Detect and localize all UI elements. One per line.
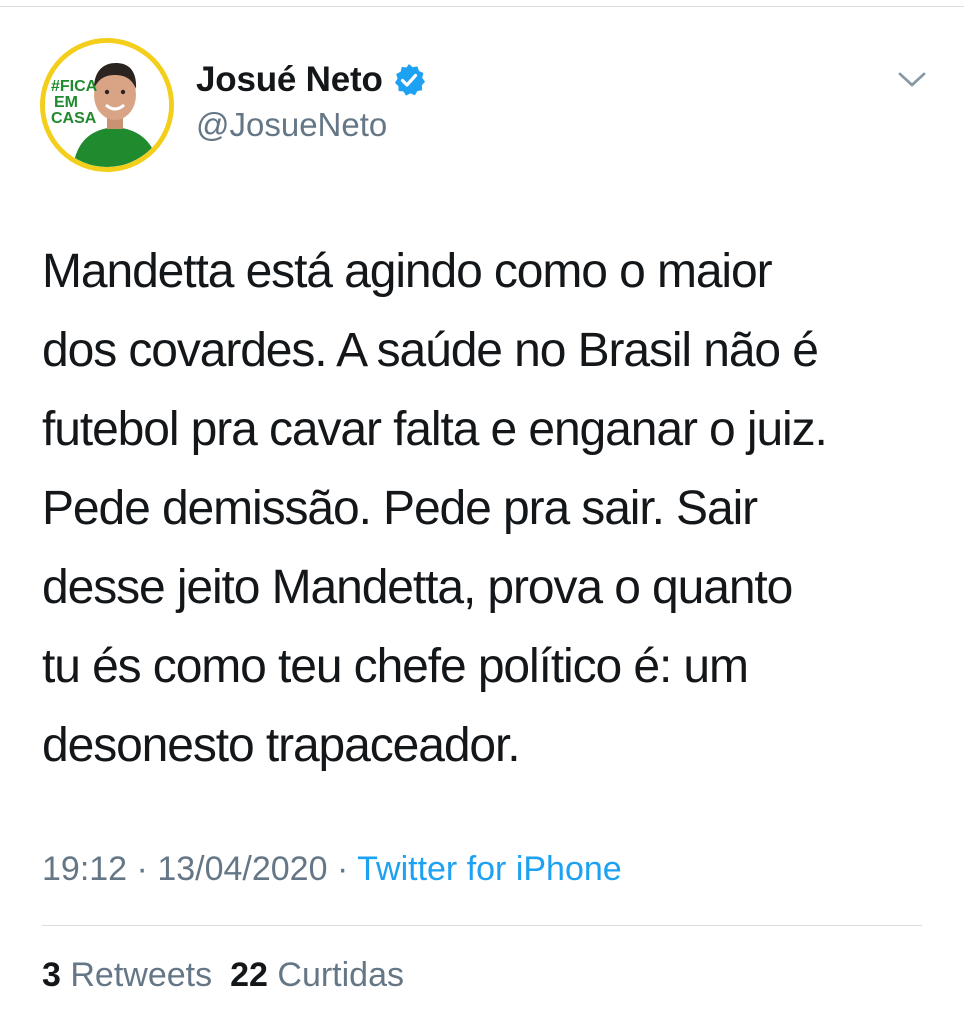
avatar[interactable]: #FICA EM CASA — [40, 38, 174, 172]
tweet-text-line: futebol pra cavar falta e enganar o juiz… — [42, 403, 828, 456]
avatar-slogan-line-1: #FICA — [51, 78, 98, 95]
tweet-date[interactable]: 13/04/2020 — [157, 850, 327, 888]
avatar-slogan-line-3: CASA — [51, 110, 97, 127]
tweet-text-line: Mandetta está agindo como o maior — [42, 245, 773, 298]
avatar-image: #FICA EM CASA — [45, 43, 169, 167]
retweets-label: Retweets — [70, 956, 213, 994]
verified-badge-icon — [392, 63, 426, 97]
retweets-count: 3 — [42, 956, 61, 994]
author-name-row[interactable]: Josué Neto — [196, 58, 426, 102]
tweet-meta: 19:12 · 13/04/2020 · Twitter for iPhone — [42, 850, 622, 889]
meta-separator: · — [336, 850, 349, 888]
tweet-text-line: desonesto trapaceador. — [42, 719, 521, 772]
author-handle[interactable]: @JosueNeto — [196, 106, 387, 144]
tweet-source-link[interactable]: Twitter for iPhone — [357, 850, 622, 888]
avatar-slogan-line-2: EM — [54, 94, 78, 111]
retweets-stat[interactable]: 3 Retweets — [42, 956, 212, 994]
tweet-text-line: desse jeito Mandetta, prova o quanto — [42, 561, 793, 614]
stats-divider — [42, 925, 922, 926]
meta-separator: · — [136, 850, 148, 888]
tweet-text-line: dos covardes. A saúde no Brasil não é — [42, 324, 819, 377]
chevron-down-icon[interactable] — [892, 64, 932, 94]
top-divider — [0, 0, 964, 7]
likes-count: 22 — [230, 956, 268, 994]
likes-label: Curtidas — [277, 956, 404, 994]
author-display-name[interactable]: Josué Neto — [196, 60, 383, 100]
likes-stat[interactable]: 22 Curtidas — [230, 956, 404, 994]
tweet-text-line: tu és como teu chefe político é: um — [42, 640, 749, 693]
tweet-text-line: Pede demissão. Pede pra sair. Sair — [42, 482, 758, 535]
tweet-stats: 3 Retweets 22 Curtidas — [42, 956, 404, 995]
tweet-time[interactable]: 19:12 — [42, 850, 127, 888]
tweet-text: Mandetta está agindo como o maior dos co… — [42, 232, 932, 785]
tweet-screen: #FICA EM CASA Josué Neto @JosueNeto Mand… — [0, 0, 964, 1024]
